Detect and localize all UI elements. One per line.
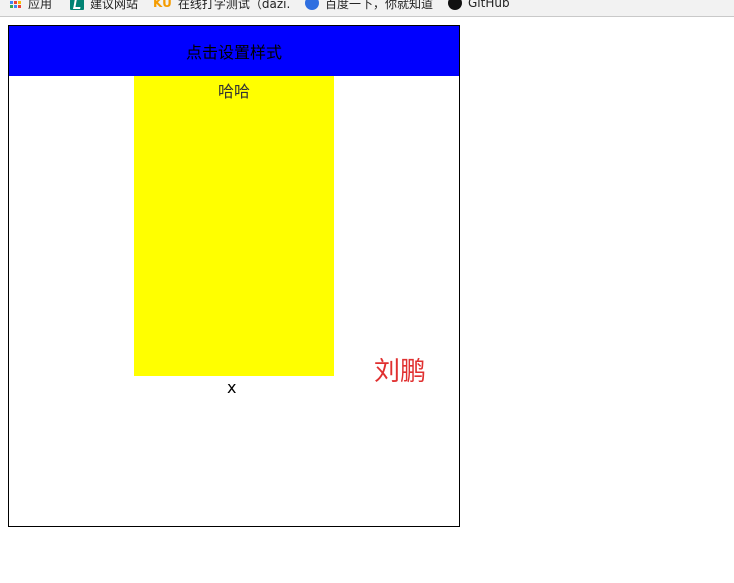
ku-icon: KU <box>153 0 172 10</box>
demo-container: 点击设置样式 哈哈 x 刘鹏 <box>8 25 460 527</box>
baidu-icon <box>305 0 319 10</box>
bookmark-label: 应用 <box>28 0 53 11</box>
set-style-header-button[interactable]: 点击设置样式 <box>9 26 459 76</box>
bookmark-baidu[interactable]: 百度一下，你就知道 <box>305 0 433 12</box>
yellow-box-text: 哈哈 <box>217 82 250 101</box>
name-label: 刘鹏 <box>374 357 427 387</box>
bookmark-label: 建议网站 <box>90 0 139 11</box>
bookmarks-bar: 应用 建议网站 KU 在线打字测试（dazi. 百度一下，你就知道 GitHub <box>0 0 734 17</box>
x-label: x <box>227 378 237 397</box>
yellow-box: 哈哈 <box>134 76 334 376</box>
bookmark-github[interactable]: GitHub <box>448 0 510 12</box>
header-text: 点击设置样式 <box>185 43 282 62</box>
github-icon <box>448 0 462 10</box>
bookmark-suggested-sites[interactable]: 建议网站 <box>70 0 138 12</box>
bookmark-label: 百度一下，你就知道 <box>325 0 434 11</box>
apps-icon <box>10 0 22 9</box>
bing-icon <box>70 0 84 10</box>
bookmark-apps[interactable]: 应用 <box>10 0 52 12</box>
bookmark-label: GitHub <box>468 0 510 10</box>
bookmark-label: 在线打字测试（dazi. <box>177 0 291 11</box>
bookmark-typing-test[interactable]: KU 在线打字测试（dazi. <box>153 0 290 12</box>
